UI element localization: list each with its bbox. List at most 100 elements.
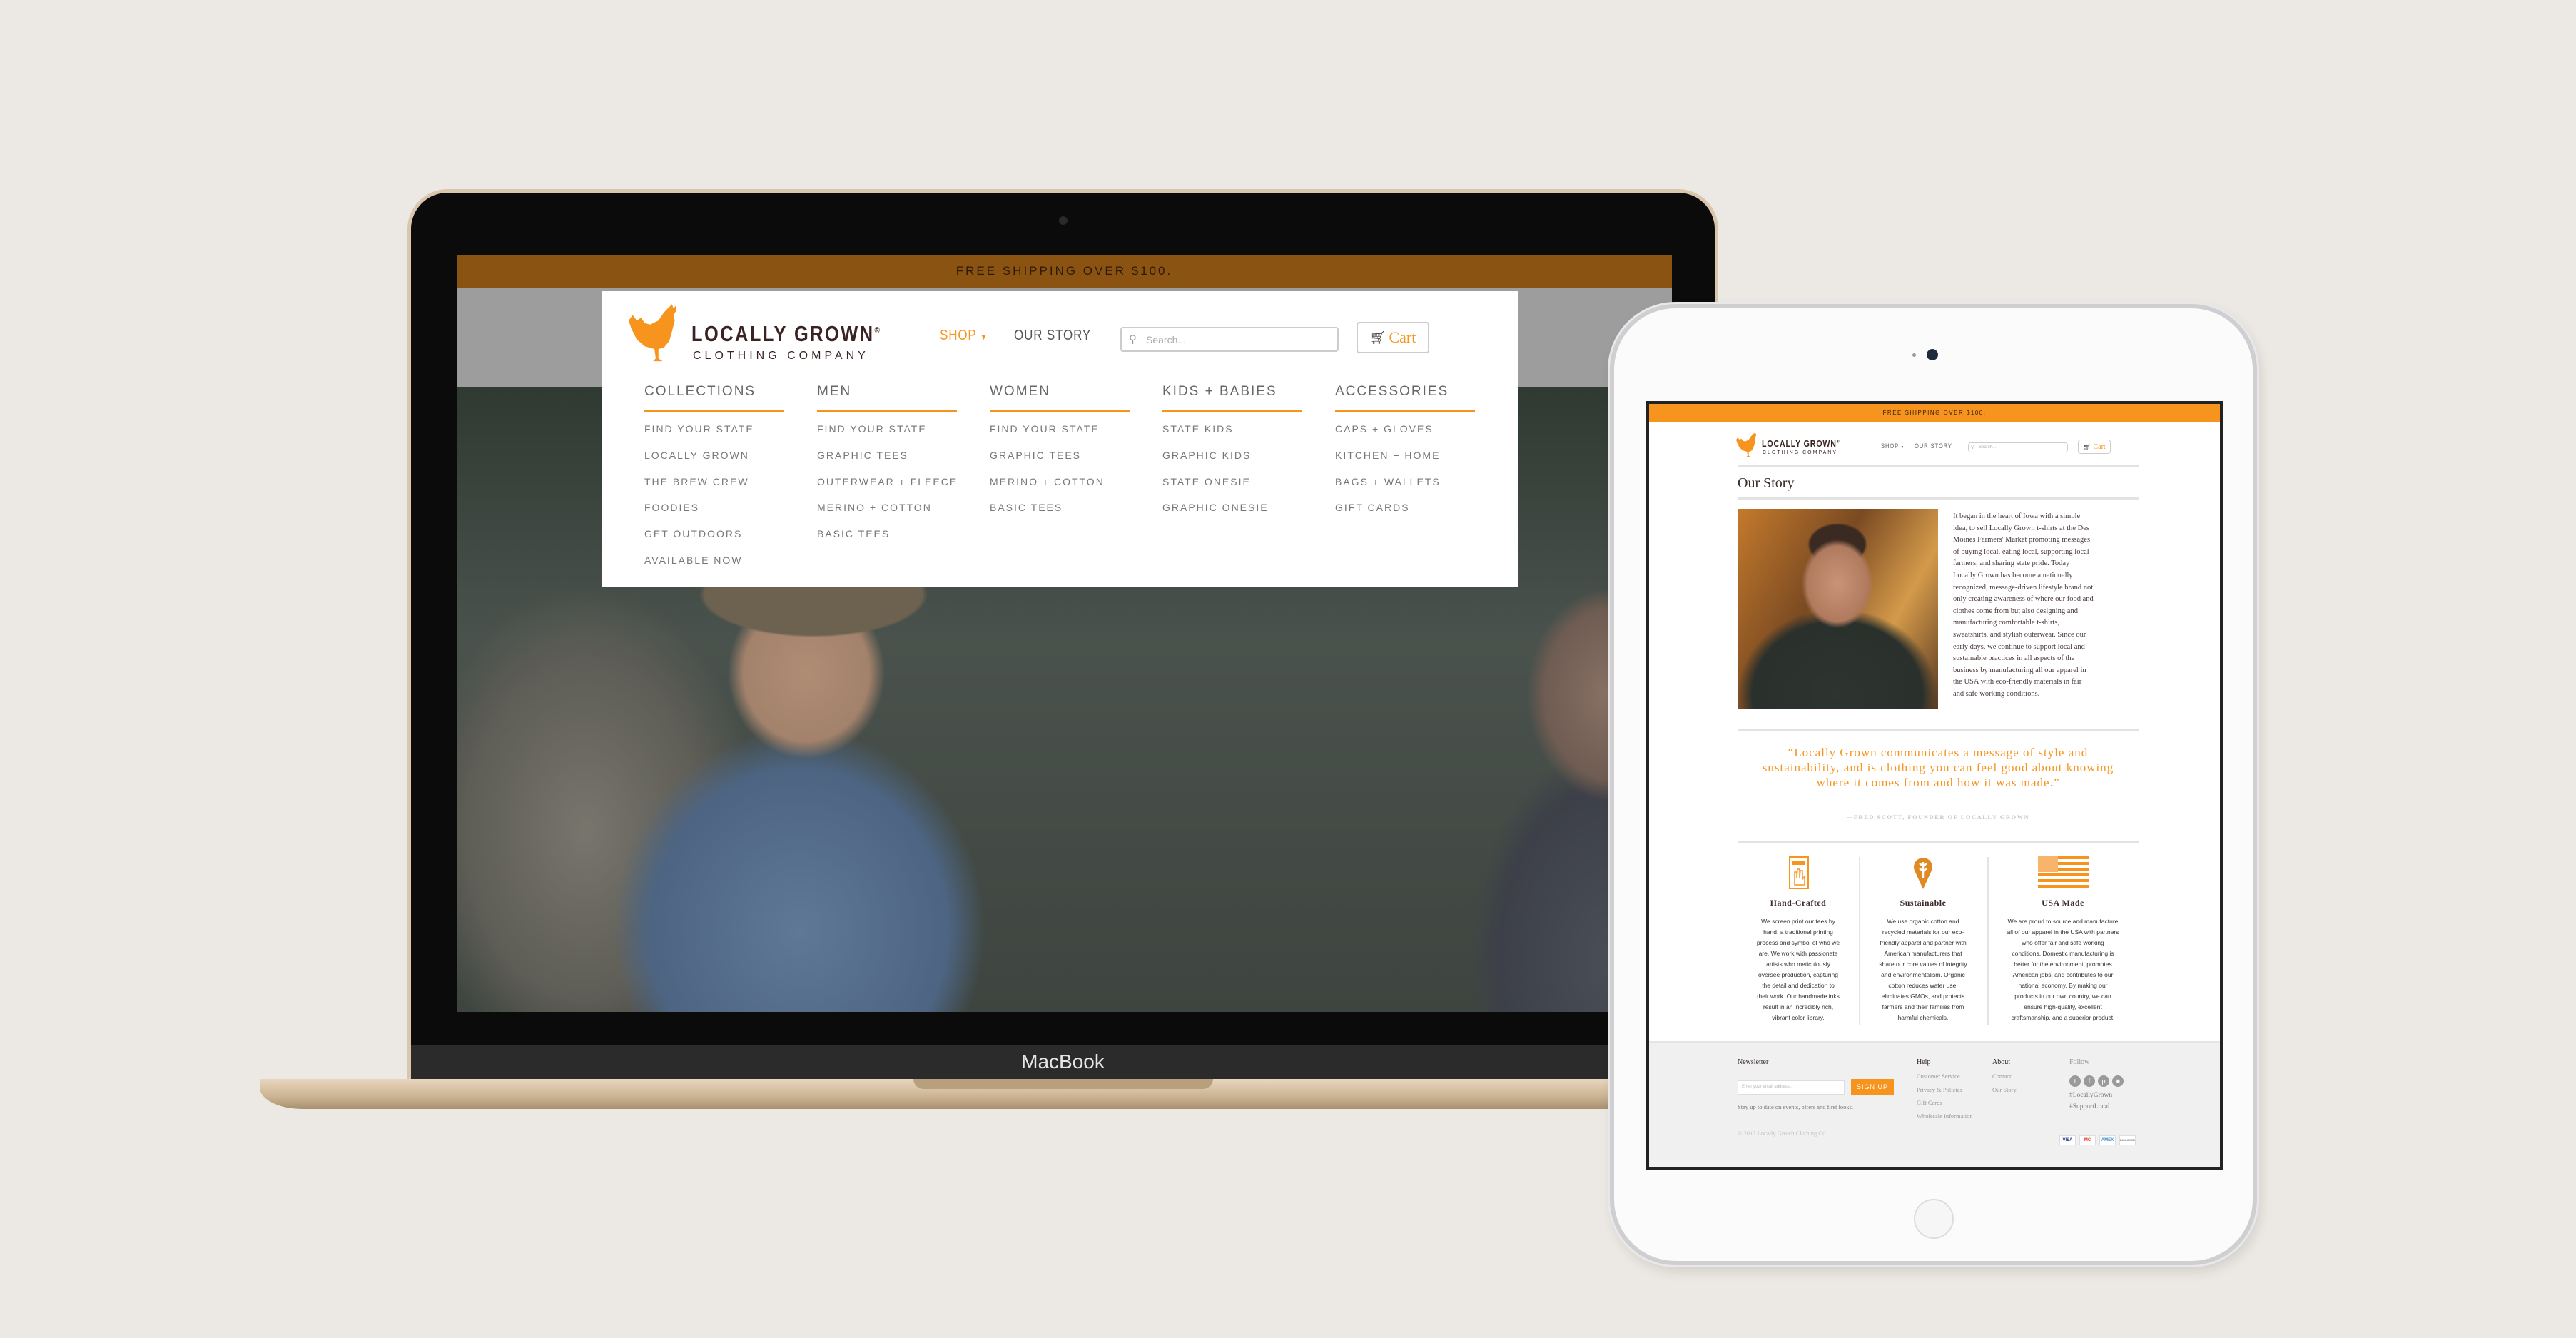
mega-menu-item[interactable]: THE BREW CREW bbox=[644, 476, 749, 487]
nav-shop-label: SHOP bbox=[940, 328, 977, 343]
divider bbox=[1738, 465, 2139, 467]
feature-text: We are proud to source and manufacture al… bbox=[1995, 916, 2131, 1023]
mega-menu-item[interactable]: STATE ONESIE bbox=[1162, 476, 1251, 487]
mega-menu-item[interactable]: MERINO + COTTON bbox=[817, 502, 932, 513]
pinterest-icon[interactable]: p bbox=[2098, 1075, 2109, 1087]
story-line: idea, to sell Locally Grown t-shirts at … bbox=[1953, 524, 2089, 532]
mega-menu-item[interactable]: BAGS + WALLETS bbox=[1335, 476, 1441, 487]
feature-text-line: artists who meticulously bbox=[1766, 961, 1830, 968]
twitter-icon[interactable]: t bbox=[2069, 1075, 2081, 1087]
search-input[interactable]: ⚲ Search... bbox=[1968, 442, 2068, 452]
mega-menu-heading[interactable]: ACCESSORIES bbox=[1335, 384, 1449, 400]
feature-text-line: result in an incredibly rich, bbox=[1763, 1003, 1834, 1010]
nav-our-story[interactable]: OUR STORY bbox=[1915, 442, 1952, 450]
mega-menu-heading[interactable]: MEN bbox=[817, 384, 851, 400]
mega-menu-item[interactable]: BASIC TEES bbox=[990, 502, 1063, 513]
social-icons: t f p ◙ bbox=[2069, 1074, 2126, 1087]
rooster-logo-icon[interactable] bbox=[1736, 432, 1759, 460]
home-button[interactable] bbox=[1914, 1199, 1954, 1239]
mega-menu-item[interactable]: FIND YOUR STATE bbox=[990, 423, 1100, 435]
help-links: Customer Service Privacy & Policies Gift C… bbox=[1917, 1070, 1973, 1122]
nav-shop[interactable]: SHOP ▼ bbox=[1881, 442, 1905, 450]
divider bbox=[1738, 497, 2139, 500]
facebook-icon[interactable]: f bbox=[2084, 1075, 2095, 1087]
email-input[interactable]: Enter your email address... bbox=[1738, 1080, 1845, 1095]
story-line: Moines Farmers' Market promoting message… bbox=[1953, 536, 2091, 544]
promo-bar: FREE SHIPPING OVER $100. bbox=[457, 255, 1672, 288]
mega-menu-item[interactable]: GRAPHIC TEES bbox=[990, 450, 1081, 461]
mega-menu-item[interactable]: LOCALLY GROWN bbox=[644, 450, 749, 461]
feature-text-line: recycled materials for our eco- bbox=[1882, 928, 1964, 936]
caret-down-icon: ▼ bbox=[1900, 445, 1905, 450]
heading-underline bbox=[1162, 410, 1302, 412]
feature-text-line: and environmentalism. Organic bbox=[1881, 971, 1965, 978]
story-line: It began in the heart of Iowa with a sim… bbox=[1953, 512, 2081, 520]
story-line: only creating awareness of where our foo… bbox=[1953, 595, 2094, 604]
laptop-chin: MacBook bbox=[411, 1045, 1715, 1079]
mega-menu-item[interactable]: FOODIES bbox=[644, 502, 699, 513]
feature-text: We screen print our tees by hand, a tradi… bbox=[1738, 916, 1859, 1023]
mega-menu-item[interactable]: AVAILABLE NOW bbox=[644, 554, 743, 566]
nav-shop[interactable]: SHOP ▼ bbox=[940, 328, 988, 344]
footer-link[interactable]: Contact bbox=[1992, 1070, 2017, 1083]
mega-menu-item[interactable]: FIND YOUR STATE bbox=[644, 423, 754, 435]
page-title: Our Story bbox=[1738, 475, 1795, 491]
mega-menu-item[interactable]: MERINO + COTTON bbox=[990, 476, 1105, 487]
payment-icon: DISCOVER bbox=[2119, 1135, 2136, 1145]
mega-menu-item[interactable]: STATE KIDS bbox=[1162, 423, 1234, 435]
footer-link[interactable]: Privacy & Policies bbox=[1917, 1083, 1973, 1097]
heading-underline bbox=[644, 410, 784, 412]
cart-button[interactable]: 🛒︎ Cart bbox=[2078, 440, 2111, 454]
sensor bbox=[1912, 353, 1916, 357]
mega-menu-item[interactable]: GIFT CARDS bbox=[1335, 502, 1410, 513]
signup-button[interactable]: SIGN UP bbox=[1851, 1079, 1894, 1095]
footer-link[interactable]: Customer Service bbox=[1917, 1070, 1973, 1083]
feature-text-line: conditions. Domestic manufacturing is bbox=[2012, 950, 2114, 957]
device-label: MacBook bbox=[1021, 1050, 1105, 1073]
mega-menu-item[interactable]: BASIC TEES bbox=[817, 528, 890, 539]
mega-menu-item[interactable]: GRAPHIC KIDS bbox=[1162, 450, 1251, 461]
instagram-icon[interactable]: ◙ bbox=[2112, 1075, 2124, 1087]
footer-link[interactable]: Wholesale Information bbox=[1917, 1110, 1973, 1123]
search-input[interactable]: ⚲ Search... bbox=[1120, 327, 1339, 352]
story-line: Locally Grown has become a nationally bbox=[1953, 571, 2073, 579]
story-line: recognized, message-driven lifestyle bra… bbox=[1953, 583, 2094, 592]
story-line: sustainable practices in all aspects of … bbox=[1953, 654, 2075, 663]
mega-menu-item[interactable]: KITCHEN + HOME bbox=[1335, 450, 1440, 461]
nav-our-story[interactable]: OUR STORY bbox=[1014, 328, 1091, 344]
mega-menu-heading[interactable]: KIDS + BABIES bbox=[1162, 384, 1277, 400]
quote-attribution: —FRED SCOTT, FOUNDER OF LOCALLY GROWN bbox=[1846, 814, 2030, 821]
feature-text-line: We use organic cotton and bbox=[1887, 918, 1959, 925]
feature-text-line: We are proud to source and manufacture bbox=[2007, 918, 2119, 925]
divider bbox=[1738, 729, 2139, 731]
hand-print-icon bbox=[1789, 856, 1809, 889]
heading-underline bbox=[1335, 410, 1475, 412]
mega-menu-item[interactable]: OUTERWEAR + FLEECE bbox=[817, 476, 958, 487]
mega-menu-item[interactable]: GET OUTDOORS bbox=[644, 528, 742, 539]
story-line: business by manufacturing all our appare… bbox=[1953, 666, 2086, 674]
founder-photo bbox=[1738, 509, 1938, 709]
webcam bbox=[1059, 216, 1068, 225]
mega-menu-heading[interactable]: COLLECTIONS bbox=[644, 384, 756, 400]
heading-underline bbox=[817, 410, 957, 412]
footer-link[interactable]: Our Story bbox=[1992, 1083, 2017, 1097]
feature-text-line: who offer fair and safe working bbox=[2022, 939, 2104, 946]
feature-text-line: vibrant color library. bbox=[1772, 1014, 1825, 1021]
hashtag: #SupportLocal bbox=[2069, 1103, 2110, 1110]
cart-button[interactable]: 🛒︎ Cart bbox=[1357, 322, 1429, 353]
us-flag-icon bbox=[2038, 856, 2089, 888]
search-icon: ⚲ bbox=[1971, 445, 1975, 450]
footer: Newsletter Enter your email address... S… bbox=[1649, 1041, 2220, 1167]
shop-mega-menu: LOCALLY GROWN® CLOTHING COMPANY SHOP ▼ O… bbox=[602, 291, 1518, 587]
mega-menu-item[interactable]: CAPS + GLOVES bbox=[1335, 423, 1434, 435]
mega-menu-item[interactable]: GRAPHIC ONESIE bbox=[1162, 502, 1269, 513]
feature-text-line: process and symbol of who we bbox=[1756, 939, 1840, 946]
cart-label: Cart bbox=[1389, 328, 1416, 346]
mega-menu-heading[interactable]: WOMEN bbox=[990, 384, 1050, 400]
mega-menu-item[interactable]: FIND YOUR STATE bbox=[817, 423, 927, 435]
mega-menu-item[interactable]: GRAPHIC TEES bbox=[817, 450, 908, 461]
story-line: clothes come from but also designing and bbox=[1953, 607, 2078, 615]
laptop-notch bbox=[913, 1079, 1213, 1089]
footer-link[interactable]: Gift Cards bbox=[1917, 1096, 1973, 1110]
rooster-logo-icon[interactable] bbox=[629, 304, 683, 367]
